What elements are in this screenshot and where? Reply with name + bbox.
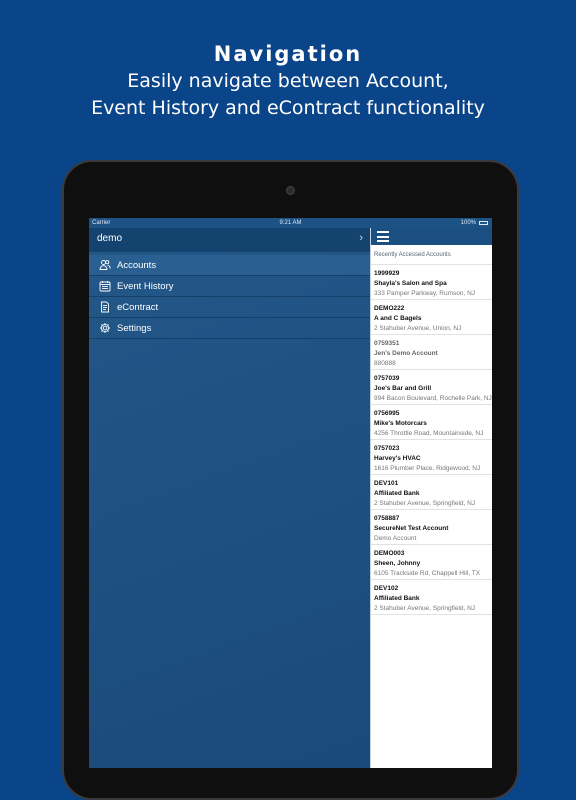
tablet-screen: Carrier 9:21 AM 100% demo › Accounts Eve… [89, 218, 492, 768]
account-name: Affiliated Bank [374, 490, 420, 497]
account-address: Demo Account [374, 535, 417, 542]
battery-icon [479, 221, 488, 225]
account-code: 0759351 [374, 340, 400, 347]
promo-subtitle-line2: Event History and eContract functionalit… [91, 97, 485, 119]
menu-item-settings[interactable]: Settings [89, 318, 370, 339]
calendar-icon [99, 281, 111, 292]
promo-subtitle-line1: Easily navigate between Account, [127, 70, 449, 92]
list-item[interactable]: 0759351 Jen's Demo Account 880888 [371, 334, 492, 369]
account-name: SecureNet Test Account [374, 525, 449, 532]
menu-item-accounts[interactable]: Accounts [89, 255, 370, 276]
user-name: demo [97, 233, 123, 244]
list-header [371, 228, 492, 245]
account-address: 1616 Plumber Place, Ridgewood, NJ [374, 465, 481, 472]
side-menu: demo › Accounts Event History eContract … [89, 228, 370, 768]
section-title: Recently Accessed Accounts [374, 252, 451, 258]
user-header[interactable]: demo › [89, 228, 370, 252]
menu-item-label: Event History [117, 281, 174, 292]
menu-item-econtract[interactable]: eContract [89, 297, 370, 318]
menu-item-event-history[interactable]: Event History [89, 276, 370, 297]
account-code: 0758887 [374, 515, 400, 522]
status-bar: Carrier 9:21 AM 100% [89, 218, 492, 228]
menu-item-label: eContract [117, 302, 159, 313]
list-item[interactable]: DEMO222 A and C Bagels 2 Stahuber Avenue… [371, 299, 492, 334]
account-code: 0757023 [374, 445, 400, 452]
account-address: 2 Stahuber Avenue, Springfield, NJ [374, 605, 476, 612]
account-name: Mike's Motorcars [374, 420, 427, 427]
list-item[interactable]: 0758887 SecureNet Test Account Demo Acco… [371, 509, 492, 544]
account-address: 2 Stahuber Avenue, Union, NJ [374, 325, 462, 332]
accounts-panel: Recently Accessed Accounts 1999929 Shayl… [370, 228, 492, 768]
account-address: 2 Stahuber Avenue, Springfield, NJ [374, 500, 476, 507]
account-code: DEMO222 [374, 305, 405, 312]
chevron-right-icon: › [359, 232, 363, 244]
account-address: 880888 [374, 360, 396, 367]
list-item[interactable]: 0756995 Mike's Motorcars 4256 Throttle R… [371, 404, 492, 439]
list-item[interactable]: DEV102 Affiliated Bank 2 Stahuber Avenue… [371, 579, 492, 614]
account-code: 0756995 [374, 410, 400, 417]
promo-title: Navigation [213, 42, 363, 66]
account-code: DEV102 [374, 585, 399, 592]
account-code: 1999929 [374, 270, 400, 277]
account-name: Affiliated Bank [374, 595, 420, 602]
list-item[interactable]: DEMO003 Sheen, Johnny 6105 Trackside Rd,… [371, 544, 492, 579]
people-icon [99, 260, 111, 270]
account-address: 4256 Throttle Road, Mountainside, NJ [374, 430, 484, 437]
account-name: Sheen, Johnny [374, 560, 421, 567]
list-item[interactable]: 0757039 Joe's Bar and Grill 994 Bacon Bo… [371, 369, 492, 404]
menu-item-label: Settings [117, 323, 152, 334]
account-code: DEV101 [374, 480, 399, 487]
account-name: Joe's Bar and Grill [374, 385, 432, 392]
list-divider [371, 614, 492, 615]
account-address: 6105 Trackside Rd, Chappell Hill, TX [374, 570, 481, 577]
list-item[interactable]: 0757023 Harvey's HVAC 1616 Plumber Place… [371, 439, 492, 474]
account-list: 1999929 Shayla's Salon and Spa 333 Pampe… [371, 264, 492, 615]
camera-icon [286, 186, 295, 195]
list-item[interactable]: 1999929 Shayla's Salon and Spa 333 Pampe… [371, 264, 492, 299]
gear-icon [100, 323, 110, 333]
account-address: 333 Pamper Parkway, Rumson, NJ [374, 290, 476, 297]
account-name: Shayla's Salon and Spa [374, 280, 447, 287]
account-address: 994 Bacon Boulevard, Rochelle Park, NJ [374, 395, 492, 402]
account-name: Jen's Demo Account [374, 350, 438, 357]
list-item[interactable]: DEV101 Affiliated Bank 2 Stahuber Avenue… [371, 474, 492, 509]
hamburger-menu-icon[interactable] [377, 231, 389, 242]
status-time: 9:21 AM [279, 220, 302, 226]
account-name: Harvey's HVAC [374, 455, 421, 462]
menu-item-label: Accounts [117, 260, 157, 271]
account-code: DEMO003 [374, 550, 405, 557]
battery-percent: 100% [460, 220, 476, 226]
account-code: 0757039 [374, 375, 400, 382]
account-name: A and C Bagels [374, 315, 422, 322]
document-icon [101, 301, 109, 313]
